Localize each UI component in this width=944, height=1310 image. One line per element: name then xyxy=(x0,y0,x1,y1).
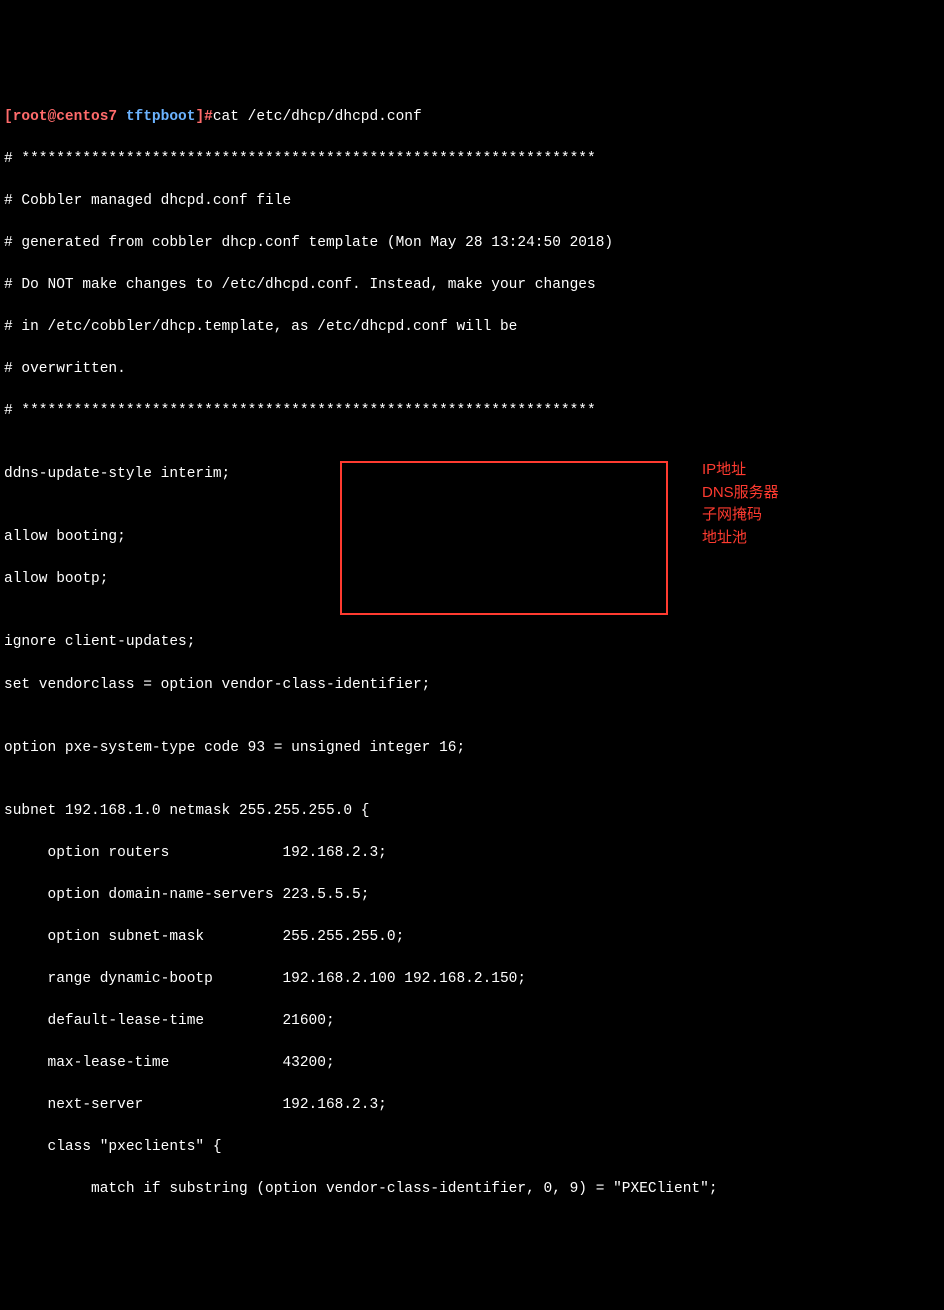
output-line: # **************************************… xyxy=(4,401,940,422)
output-line: # in /etc/cobbler/dhcp.template, as /etc… xyxy=(4,317,940,338)
output-line: subnet 192.168.1.0 netmask 255.255.255.0… xyxy=(4,801,940,822)
command-text: cat /etc/dhcp/dhcpd.conf xyxy=(213,109,422,125)
output-line: max-lease-time 43200; xyxy=(4,1053,940,1074)
annotation-pool: 地址池 xyxy=(702,527,779,550)
prompt-userhost: root@centos7 xyxy=(13,109,117,125)
output-line: # **************************************… xyxy=(4,149,940,170)
output-line: # Do NOT make changes to /etc/dhcpd.conf… xyxy=(4,275,940,296)
output-line: # Cobbler managed dhcpd.conf file xyxy=(4,191,940,212)
prompt-line: [root@centos7 tftpboot]#cat /etc/dhcp/dh… xyxy=(4,107,940,128)
output-line: ddns-update-style interim; xyxy=(4,464,940,485)
output-line: match if substring (option vendor-class-… xyxy=(4,1179,940,1200)
output-line: option subnet-mask 255.255.255.0; xyxy=(4,927,940,948)
terminal-output: [root@centos7 tftpboot]#cat /etc/dhcp/dh… xyxy=(4,86,940,1221)
output-line: set vendorclass = option vendor-class-id… xyxy=(4,675,940,696)
output-line: default-lease-time 21600; xyxy=(4,1011,940,1032)
output-line: class "pxeclients" { xyxy=(4,1137,940,1158)
prompt-space xyxy=(117,109,126,125)
output-line: range dynamic-bootp 192.168.2.100 192.16… xyxy=(4,969,940,990)
annotation-dns: DNS服务器 xyxy=(702,482,779,505)
output-line: option routers 192.168.2.3; xyxy=(4,843,940,864)
prompt-cwd: tftpboot xyxy=(126,109,196,125)
output-line: allow bootp; xyxy=(4,569,940,590)
output-line: next-server 192.168.2.3; xyxy=(4,1095,940,1116)
output-line: ignore client-updates; xyxy=(4,632,940,653)
output-line: option domain-name-servers 223.5.5.5; xyxy=(4,885,940,906)
output-line: option pxe-system-type code 93 = unsigne… xyxy=(4,738,940,759)
prompt-open: [ xyxy=(4,109,13,125)
output-line: allow booting; xyxy=(4,527,940,548)
output-line: # generated from cobbler dhcp.conf templ… xyxy=(4,233,940,254)
annotation-block: IP地址 DNS服务器 子网掩码 地址池 xyxy=(702,459,779,549)
annotation-ip: IP地址 xyxy=(702,459,779,482)
prompt-close: ]# xyxy=(195,109,212,125)
output-line: # overwritten. xyxy=(4,359,940,380)
annotation-subnet: 子网掩码 xyxy=(702,504,779,527)
